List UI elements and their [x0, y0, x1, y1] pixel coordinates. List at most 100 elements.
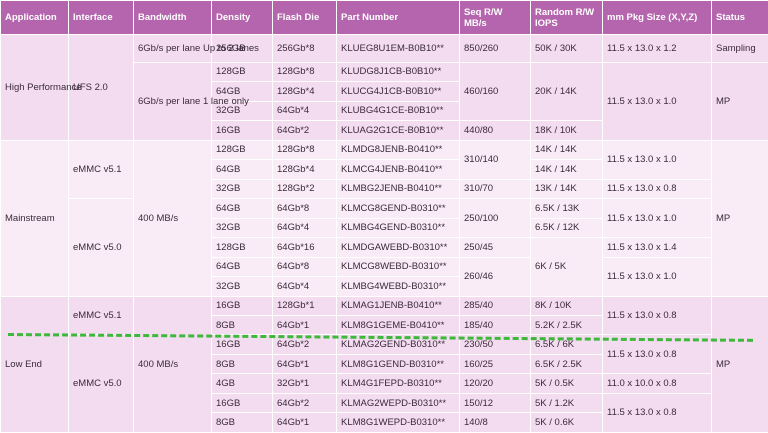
- seq-rw-cell: 440/80: [459, 120, 531, 141]
- density-cell: 128GB: [211, 139, 273, 161]
- application-cell: Mainstream: [0, 139, 69, 297]
- bandwidth-cell: 400 MB/s: [133, 295, 212, 433]
- pkg-size-cell: 11.5 x 13.0 x 1.0: [602, 61, 712, 141]
- seq-rw-cell: 150/12: [459, 392, 531, 414]
- density-cell: 8GB: [211, 412, 273, 433]
- density-cell: 64GB: [211, 159, 273, 180]
- random-rw-cell: 6.5K / 2.5K: [530, 353, 603, 375]
- flash-die-cell: 128Gb*8: [272, 139, 337, 161]
- random-rw-cell: 6.5K / 12K: [530, 217, 603, 239]
- flash-die-cell: 64Gb*8: [272, 198, 337, 219]
- flash-die-cell: 64Gb*1: [272, 412, 337, 433]
- part-number-cell: KLMAG1JENB-B0410**: [336, 295, 460, 316]
- pkg-size-cell: 11.5 x 13.0 x 0.8: [602, 295, 712, 336]
- part-number-cell: KLMCG4JENB-B0410**: [336, 159, 460, 180]
- interface-cell: eMMC v5.0: [68, 198, 134, 297]
- density-cell: 64GB: [211, 198, 273, 219]
- application-cell: High Performance: [0, 34, 82, 141]
- seq-rw-cell: 285/40: [459, 295, 531, 316]
- flash-die-cell: 64Gb*4: [272, 100, 337, 122]
- flash-die-cell: 64Gb*16: [272, 237, 337, 258]
- interface-cell: eMMC v5.0: [68, 334, 134, 433]
- seq-rw-cell: 460/160: [459, 61, 531, 122]
- table-row: Low End eMMC v5.1 400 MB/s 16GB 128Gb*1 …: [0, 295, 768, 433]
- density-cell: 4GB: [211, 373, 273, 394]
- random-rw-cell: 6K / 5K: [530, 237, 603, 297]
- pkg-size-cell: 11.5 x 13.0 x 0.8: [602, 392, 712, 433]
- density-cell: 8GB: [211, 353, 273, 375]
- seq-rw-cell: 160/25: [459, 353, 531, 375]
- bandwidth-cell: 6Gb/s per lane Up to 2 lanes: [133, 34, 259, 63]
- random-rw-cell: 18K / 10K: [530, 120, 603, 141]
- density-cell: 32GB: [211, 178, 273, 200]
- part-number-cell: KLMBG4WEBD-B0310**: [336, 276, 460, 297]
- seq-rw-cell: 850/260: [459, 34, 531, 63]
- header-row: Application Interface Bandwidth Density …: [0, 0, 768, 35]
- density-cell: 32GB: [211, 217, 273, 239]
- bandwidth-cell: 6Gb/s per lane 1 lane only: [133, 61, 249, 141]
- seq-rw-cell: 250/45: [459, 237, 531, 258]
- seq-rw-cell: 140/8: [459, 412, 531, 433]
- part-number-cell: KLMAG2WEPD-B0310**: [336, 392, 460, 414]
- status-cell: MP: [711, 139, 768, 297]
- table-row: Mainstream eMMC v5.1 400 MB/s 128GB 128G…: [0, 139, 768, 297]
- seq-rw-cell: 185/40: [459, 314, 531, 336]
- part-number-cell: KLUEG8U1EM-B0B10**: [336, 34, 460, 63]
- interface-cell: UFS 2.0: [68, 34, 134, 141]
- header-interface: Interface: [68, 0, 134, 35]
- density-cell: 16GB: [211, 392, 273, 414]
- bandwidth-cell: 400 MB/s: [133, 139, 212, 297]
- density-cell: 256GB: [211, 34, 273, 63]
- seq-rw-cell: 310/70: [459, 178, 531, 200]
- seq-rw-cell: 310/140: [459, 139, 531, 180]
- part-number-cell: KLMBG4GEND-B0310**: [336, 217, 460, 239]
- density-cell: 16GB: [211, 120, 273, 141]
- part-number-cell: KLUDG8J1CB-B0B10**: [336, 61, 460, 83]
- part-number-cell: KLUAG2G1CE-B0B10**: [336, 120, 460, 141]
- flash-die-cell: 128Gb*4: [272, 81, 337, 102]
- status-cell: Sampling: [711, 34, 768, 63]
- random-rw-cell: 5.2K / 2.5K: [530, 314, 603, 336]
- seq-rw-cell: 120/20: [459, 373, 531, 394]
- header-density: Density: [211, 0, 273, 35]
- part-number-cell: KLMCG8GEND-B0310**: [336, 198, 460, 219]
- seq-rw-cell: 250/100: [459, 198, 531, 239]
- density-cell: 32GB: [211, 276, 273, 297]
- flash-die-cell: 128Gb*8: [272, 61, 337, 83]
- header-bandwidth: Bandwidth: [133, 0, 212, 35]
- density-cell: 128GB: [211, 61, 273, 83]
- part-number-cell: KLM4G1FEPD-B0310**: [336, 373, 460, 394]
- part-number-cell: KLMCG8WEBD-B0310**: [336, 256, 460, 278]
- pkg-size-cell: 11.5 x 13.0 x 1.0: [602, 256, 712, 297]
- flash-die-cell: 64Gb*2: [272, 392, 337, 414]
- density-cell: 16GB: [211, 295, 273, 316]
- pkg-size-cell: 11.0 x 10.0 x 0.8: [602, 373, 712, 394]
- header-pkg-size: mm Pkg Size (X,Y,Z): [602, 0, 712, 35]
- flash-die-cell: 64Gb*8: [272, 256, 337, 278]
- flash-die-cell: 64Gb*4: [272, 217, 337, 239]
- random-rw-cell: 5K / 0.6K: [530, 412, 603, 433]
- random-rw-cell: 5K / 1.2K: [530, 392, 603, 414]
- part-number-cell: KLM8G1GEME-B0410**: [336, 314, 460, 336]
- random-rw-cell: 20K / 14K: [530, 61, 603, 122]
- density-cell: 64GB: [211, 256, 273, 278]
- pkg-size-cell: 11.5 x 13.0 x 1.2: [602, 34, 712, 63]
- seq-rw-cell: 260/46: [459, 256, 531, 297]
- flash-die-cell: 64Gb*2: [272, 120, 337, 141]
- header-application: Application: [0, 0, 69, 35]
- random-rw-cell: 13K / 14K: [530, 178, 603, 200]
- interface-cell: eMMC v5.1: [68, 295, 134, 336]
- flash-die-cell: 64Gb*1: [272, 314, 337, 336]
- header-status: Status: [711, 0, 768, 35]
- random-rw-cell: 5K / 0.5K: [530, 373, 603, 394]
- part-number-cell: KLMDGAWEBD-B0310**: [336, 237, 460, 258]
- status-cell: MP: [711, 61, 768, 141]
- part-number-cell: KLUCG4J1CB-B0B10**: [336, 81, 460, 102]
- random-rw-cell: 8K / 10K: [530, 295, 603, 316]
- flash-die-cell: 128Gb*4: [272, 159, 337, 180]
- part-number-cell: KLM8G1WEPD-B0310**: [336, 412, 460, 433]
- part-number-cell: KLMBG2JENB-B0410**: [336, 178, 460, 200]
- pkg-size-cell: 11.5 x 13.0 x 0.8: [602, 178, 712, 200]
- flash-die-cell: 64Gb*1: [272, 353, 337, 375]
- pkg-size-cell: 11.5 x 13.0 x 1.4: [602, 237, 712, 258]
